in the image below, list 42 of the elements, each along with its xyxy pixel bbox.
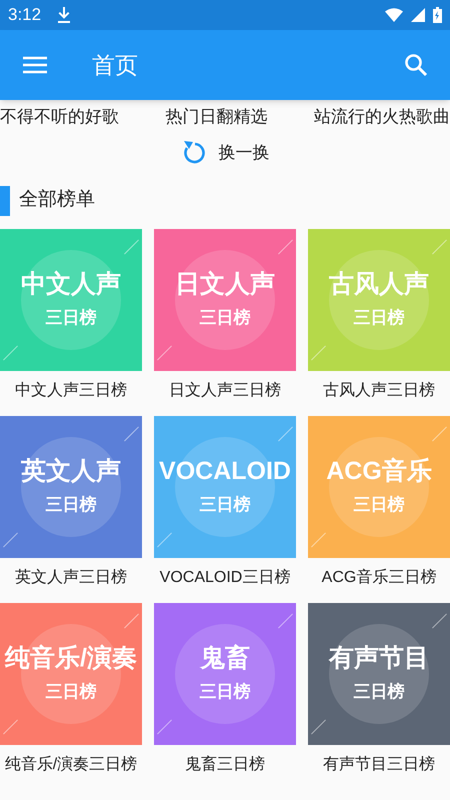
- cover-title: 古风人声: [329, 268, 429, 299]
- playlist-link[interactable]: 站流行的火热歌曲: [314, 104, 450, 130]
- section-marker: [0, 186, 10, 216]
- playlist-link[interactable]: 不得不听的好歌: [0, 104, 119, 130]
- wifi-icon: [385, 8, 403, 22]
- cover-subtitle: 三日榜: [200, 494, 250, 516]
- cover-title: 鬼畜: [200, 642, 250, 673]
- download-icon: [57, 7, 72, 23]
- chart-label[interactable]: 英文人声三日榜: [15, 558, 127, 602]
- chart-label[interactable]: 鬼畜三日榜: [185, 744, 265, 790]
- chart-label[interactable]: 古风人声三日榜: [323, 370, 435, 416]
- cover-subtitle: 三日榜: [354, 680, 404, 703]
- cover-subtitle: 三日榜: [46, 306, 96, 329]
- cover-title: 日文人声: [175, 268, 275, 299]
- chart-label[interactable]: ACG音乐三日榜: [322, 558, 436, 602]
- cover-title: VOCALOID: [159, 456, 291, 486]
- chart-cover[interactable]: 有声节目 三日榜: [308, 602, 450, 744]
- cover-subtitle: 三日榜: [46, 494, 96, 516]
- cover-subtitle: 三日榜: [200, 680, 250, 703]
- signal-icon: [411, 8, 425, 22]
- refresh-button[interactable]: 换一换: [180, 140, 270, 166]
- chart-label[interactable]: VOCALOID三日榜: [160, 558, 290, 602]
- search-icon[interactable]: [404, 53, 428, 77]
- cover-title: 中文人声: [21, 268, 121, 299]
- page-title: 首页: [92, 50, 138, 80]
- cover-subtitle: 三日榜: [354, 494, 404, 516]
- chart-label[interactable]: 日文人声三日榜: [169, 370, 281, 416]
- cover-title: 纯音乐/演奏: [5, 642, 137, 673]
- cover-subtitle: 三日榜: [46, 680, 96, 703]
- cover-subtitle: 三日榜: [200, 306, 250, 329]
- chart-label[interactable]: 有声节目三日榜: [323, 744, 435, 790]
- clock-time: 3:12: [8, 4, 42, 26]
- cover-title: 有声节目: [329, 642, 429, 673]
- menu-icon[interactable]: [22, 55, 48, 75]
- chart-label[interactable]: 纯音乐/演奏三日榜: [4, 744, 138, 790]
- chart-label[interactable]: 中文人声三日榜: [15, 370, 127, 416]
- battery-icon: [433, 7, 442, 23]
- section-title: 全部榜单: [19, 188, 95, 212]
- cover-title: ACG音乐: [326, 456, 432, 486]
- playlist-link[interactable]: 热门日翻精选: [166, 104, 268, 130]
- cover-subtitle: 三日榜: [354, 306, 404, 329]
- cover-title: 英文人声: [21, 456, 121, 486]
